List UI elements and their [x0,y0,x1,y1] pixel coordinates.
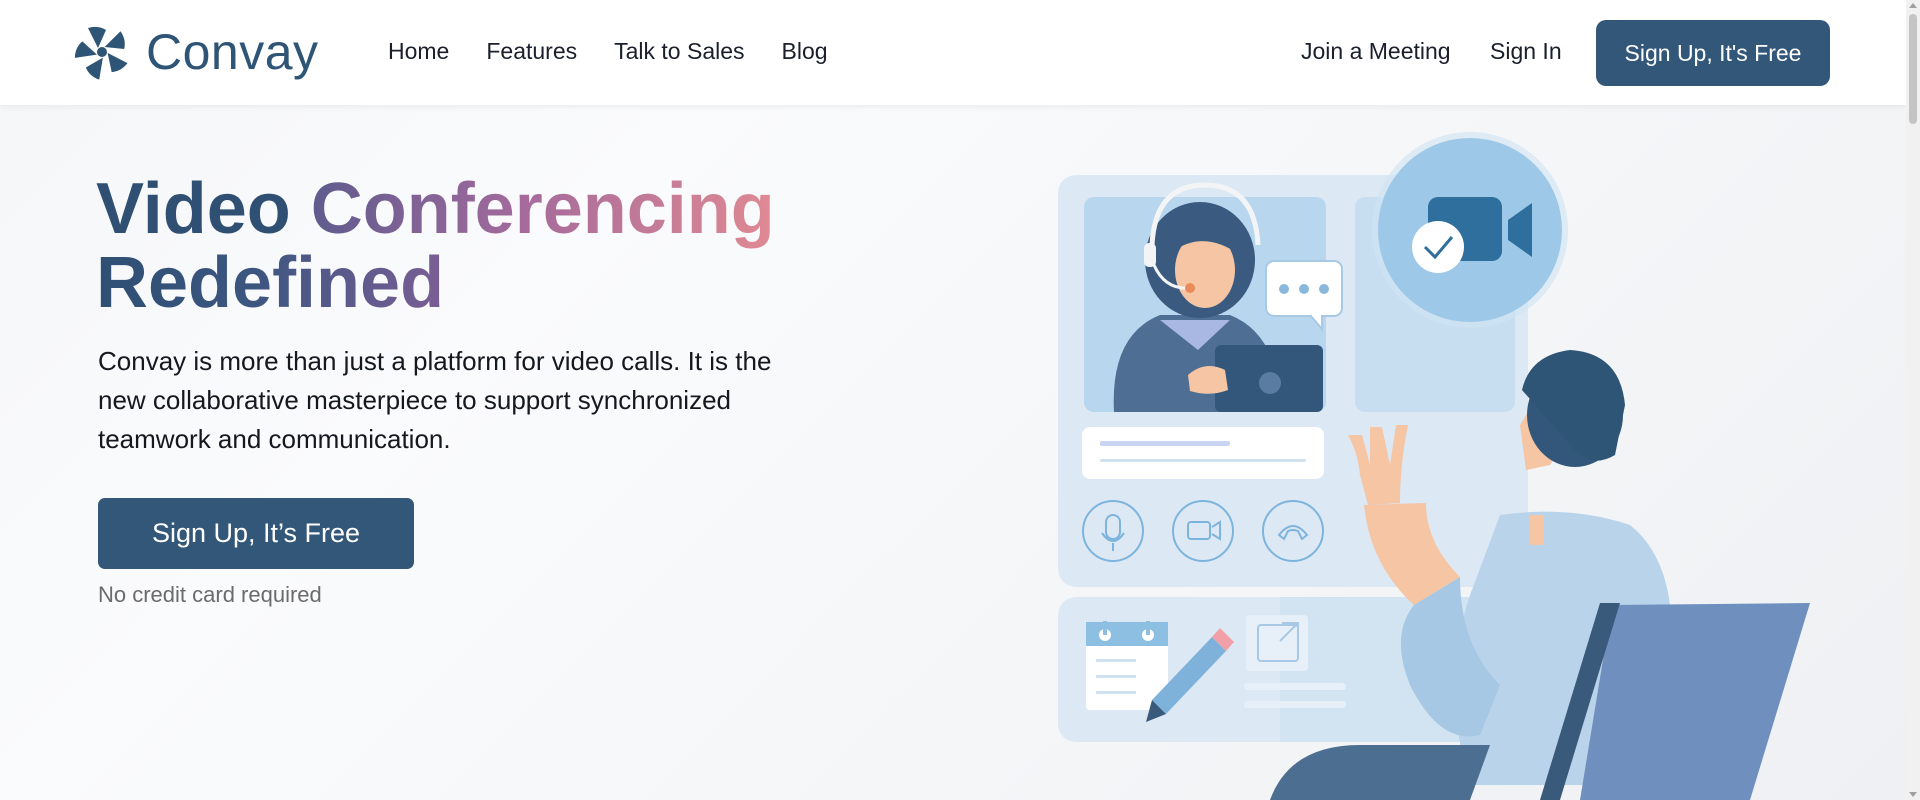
scroll-thumb[interactable] [1909,14,1917,124]
video-camera-icon [1372,132,1568,328]
brand-name: Convay [146,24,319,80]
hero-illustration [1058,132,1810,800]
join-meeting-link[interactable]: Join a Meeting [1301,38,1451,65]
hero-title-highlight: Conferencing [310,169,775,249]
caller-card [1082,427,1324,479]
hero-signup-button[interactable]: Sign Up, It’s Free [98,498,414,569]
main-nav: Home Features Talk to Sales Blog [388,38,865,65]
brand-logo[interactable]: Convay [74,22,319,82]
hero-title-part1: Video [96,169,311,249]
hero-title: Video Conferencing Redefined [96,172,896,320]
nav-talk-to-sales[interactable]: Talk to Sales [614,38,744,65]
sign-in-link[interactable]: Sign In [1490,38,1562,65]
logo-icon [74,26,128,80]
scroll-up-icon[interactable] [1909,3,1917,8]
caller-card-line1 [1100,441,1230,446]
header-signup-button[interactable]: Sign Up, It's Free [1596,20,1830,86]
hero-note: No credit card required [98,582,322,607]
caller-card-line2 [1100,459,1306,462]
site-header: Convay Home Features Talk to Sales Blog … [0,0,1906,105]
hero-title-line2: Redefined [96,243,445,323]
hero-description: Convay is more than just a platform for … [98,346,772,454]
nav-blog[interactable]: Blog [782,38,828,65]
nav-features[interactable]: Features [486,38,577,65]
nav-home[interactable]: Home [388,38,449,65]
scroll-down-icon[interactable] [1909,792,1917,797]
check-icon [1412,221,1464,273]
page-scrollbar[interactable] [1906,0,1920,800]
